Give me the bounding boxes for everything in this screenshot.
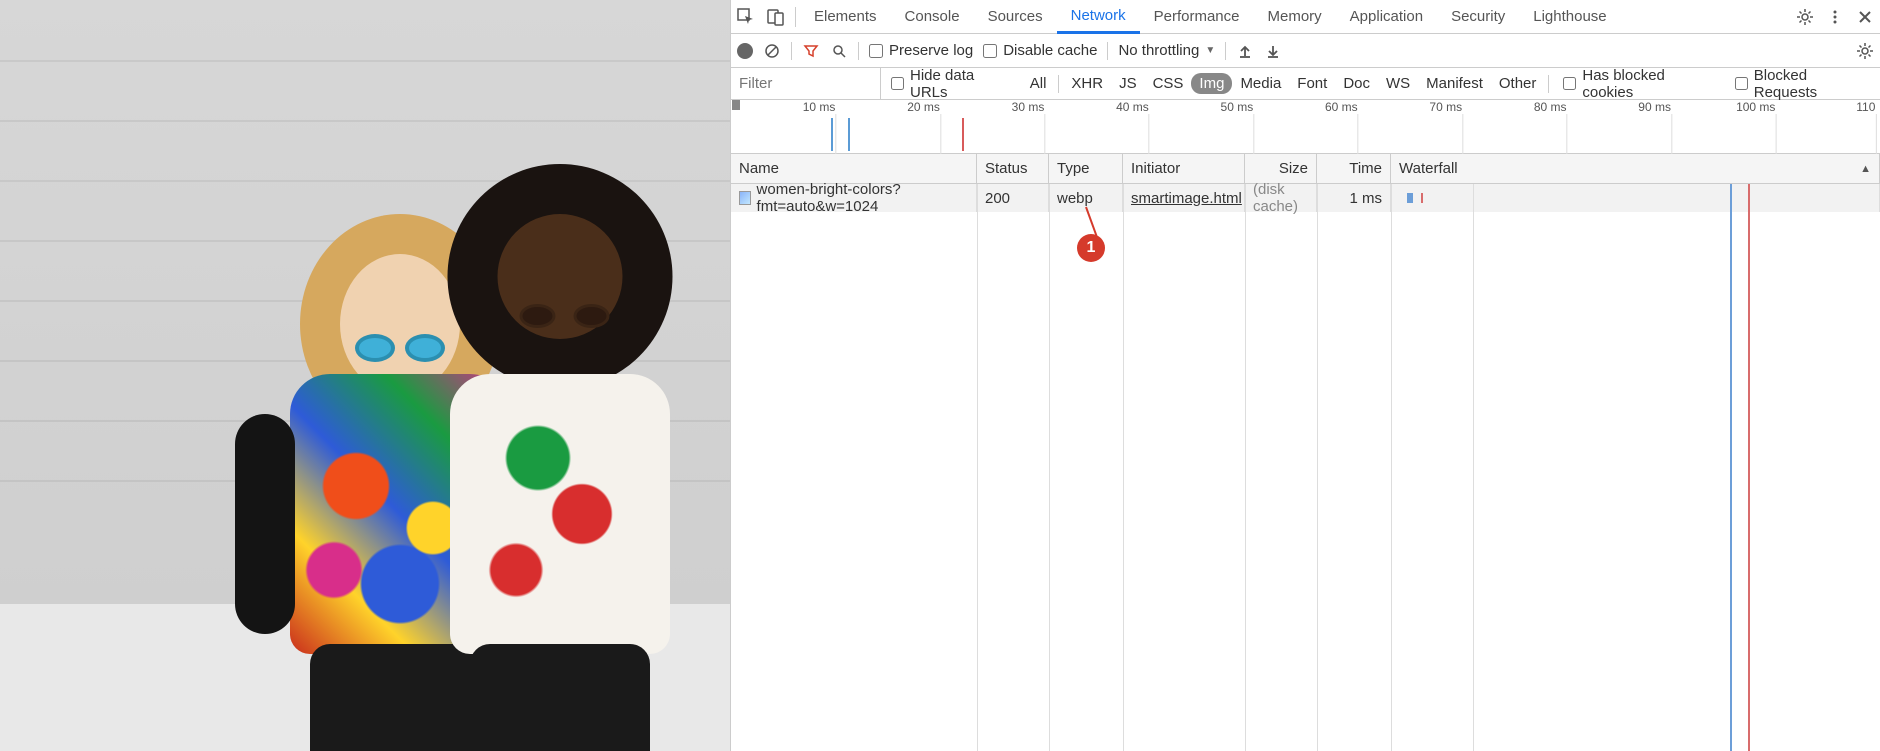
waterfall-domcontent-line bbox=[1730, 184, 1732, 751]
preserve-log-checkbox[interactable]: Preserve log bbox=[869, 42, 973, 59]
col-header-type[interactable]: Type bbox=[1049, 154, 1123, 183]
blocked-cookies-label: Has blocked cookies bbox=[1582, 67, 1714, 101]
filter-input[interactable] bbox=[731, 68, 881, 99]
request-size: (disk cache) bbox=[1253, 181, 1308, 215]
filter-type-img[interactable]: Img bbox=[1191, 73, 1232, 94]
clear-icon[interactable] bbox=[763, 42, 781, 60]
search-icon[interactable] bbox=[830, 42, 848, 60]
throttling-select[interactable]: No throttling ▼ bbox=[1118, 42, 1215, 59]
tab-lighthouse[interactable]: Lighthouse bbox=[1519, 0, 1620, 33]
col-header-initiator[interactable]: Initiator bbox=[1123, 154, 1245, 183]
network-filterbar: Hide data URLs All XHR JS CSS Img Media … bbox=[731, 68, 1880, 100]
tab-application[interactable]: Application bbox=[1336, 0, 1437, 33]
filter-type-xhr[interactable]: XHR bbox=[1063, 75, 1111, 92]
col-header-time[interactable]: Time bbox=[1317, 154, 1391, 183]
record-icon[interactable] bbox=[737, 43, 753, 59]
timeline-tick: 40 ms bbox=[1116, 100, 1149, 114]
filter-type-manifest[interactable]: Manifest bbox=[1418, 75, 1491, 92]
timeline-marker-load bbox=[962, 118, 964, 151]
table-row[interactable]: women-bright-colors?fmt=auto&w=1024 200 … bbox=[731, 184, 1880, 212]
filter-type-doc[interactable]: Doc bbox=[1335, 75, 1378, 92]
request-name: women-bright-colors?fmt=auto&w=1024 bbox=[757, 181, 968, 215]
timeline-tick: 10 ms bbox=[803, 100, 836, 114]
more-icon[interactable] bbox=[1820, 2, 1850, 32]
filter-type-font[interactable]: Font bbox=[1289, 75, 1335, 92]
devtools-tabbar: Elements Console Sources Network Perform… bbox=[731, 0, 1880, 34]
sort-asc-icon: ▲ bbox=[1860, 163, 1871, 175]
timeline-tick: 50 ms bbox=[1221, 100, 1254, 114]
preserve-log-label: Preserve log bbox=[889, 42, 973, 59]
throttling-value: No throttling bbox=[1118, 42, 1199, 59]
col-header-size[interactable]: Size bbox=[1245, 154, 1317, 183]
col-header-waterfall[interactable]: Waterfall ▲ bbox=[1391, 154, 1880, 183]
timeline-tick: 60 ms bbox=[1325, 100, 1358, 114]
settings-icon[interactable] bbox=[1790, 2, 1820, 32]
page-preview bbox=[0, 0, 730, 751]
callout-badge: 1 bbox=[1077, 234, 1105, 262]
blocked-requests-label: Blocked Requests bbox=[1754, 67, 1870, 101]
request-time: 1 ms bbox=[1317, 184, 1391, 212]
timeline-marker-domcontent bbox=[848, 118, 850, 151]
filter-type-media[interactable]: Media bbox=[1232, 75, 1289, 92]
tab-console[interactable]: Console bbox=[891, 0, 974, 33]
waterfall-load-line bbox=[1748, 184, 1750, 751]
timeline-tick: 100 ms bbox=[1736, 100, 1775, 114]
request-status: 200 bbox=[977, 184, 1049, 212]
col-header-name[interactable]: Name bbox=[731, 154, 977, 183]
timeline-tick: 110 bbox=[1856, 100, 1875, 114]
filter-type-js[interactable]: JS bbox=[1111, 75, 1145, 92]
timeline-tick: 30 ms bbox=[1012, 100, 1045, 114]
chevron-down-icon: ▼ bbox=[1205, 45, 1215, 56]
disable-cache-label: Disable cache bbox=[1003, 42, 1097, 59]
download-har-icon[interactable] bbox=[1264, 42, 1282, 60]
upload-har-icon[interactable] bbox=[1236, 42, 1254, 60]
tab-memory[interactable]: Memory bbox=[1254, 0, 1336, 33]
device-toolbar-icon[interactable] bbox=[761, 2, 791, 32]
filter-type-all[interactable]: All bbox=[1022, 75, 1055, 92]
inspect-element-icon[interactable] bbox=[731, 2, 761, 32]
tab-elements[interactable]: Elements bbox=[800, 0, 891, 33]
tab-sources[interactable]: Sources bbox=[974, 0, 1057, 33]
request-waterfall bbox=[1391, 184, 1880, 212]
filter-type-css[interactable]: CSS bbox=[1145, 75, 1192, 92]
blocked-requests-checkbox[interactable]: Blocked Requests bbox=[1725, 67, 1880, 101]
filter-type-ws[interactable]: WS bbox=[1378, 75, 1418, 92]
tab-security[interactable]: Security bbox=[1437, 0, 1519, 33]
network-table-header: Name Status Type Initiator Size Time Wat… bbox=[731, 154, 1880, 184]
network-timeline[interactable]: 10 ms 20 ms 30 ms 40 ms 50 ms 60 ms 70 m… bbox=[731, 100, 1880, 154]
network-toolbar: Preserve log Disable cache No throttling… bbox=[731, 34, 1880, 68]
hide-data-urls-checkbox[interactable]: Hide data URLs bbox=[881, 67, 1022, 101]
timeline-tick: 20 ms bbox=[907, 100, 940, 114]
waterfall-label: Waterfall bbox=[1399, 160, 1458, 177]
timeline-tick: 80 ms bbox=[1534, 100, 1567, 114]
network-settings-icon[interactable] bbox=[1856, 42, 1874, 60]
devtools-panel: Elements Console Sources Network Perform… bbox=[730, 0, 1880, 751]
blocked-cookies-checkbox[interactable]: Has blocked cookies bbox=[1553, 67, 1724, 101]
timeline-marker-domcontent bbox=[831, 118, 833, 151]
timeline-tick: 90 ms bbox=[1638, 100, 1671, 114]
tab-performance[interactable]: Performance bbox=[1140, 0, 1254, 33]
tab-network[interactable]: Network bbox=[1057, 1, 1140, 34]
network-table-body: women-bright-colors?fmt=auto&w=1024 200 … bbox=[731, 184, 1880, 751]
preview-image bbox=[0, 0, 730, 604]
filter-type-other[interactable]: Other bbox=[1491, 75, 1545, 92]
request-initiator-link[interactable]: smartimage.html bbox=[1131, 190, 1242, 207]
col-header-status[interactable]: Status bbox=[977, 154, 1049, 183]
disable-cache-checkbox[interactable]: Disable cache bbox=[983, 42, 1097, 59]
hide-data-urls-label: Hide data URLs bbox=[910, 67, 1012, 101]
filter-icon[interactable] bbox=[802, 42, 820, 60]
image-file-icon bbox=[739, 191, 751, 205]
timeline-tick: 70 ms bbox=[1429, 100, 1462, 114]
close-icon[interactable] bbox=[1850, 2, 1880, 32]
